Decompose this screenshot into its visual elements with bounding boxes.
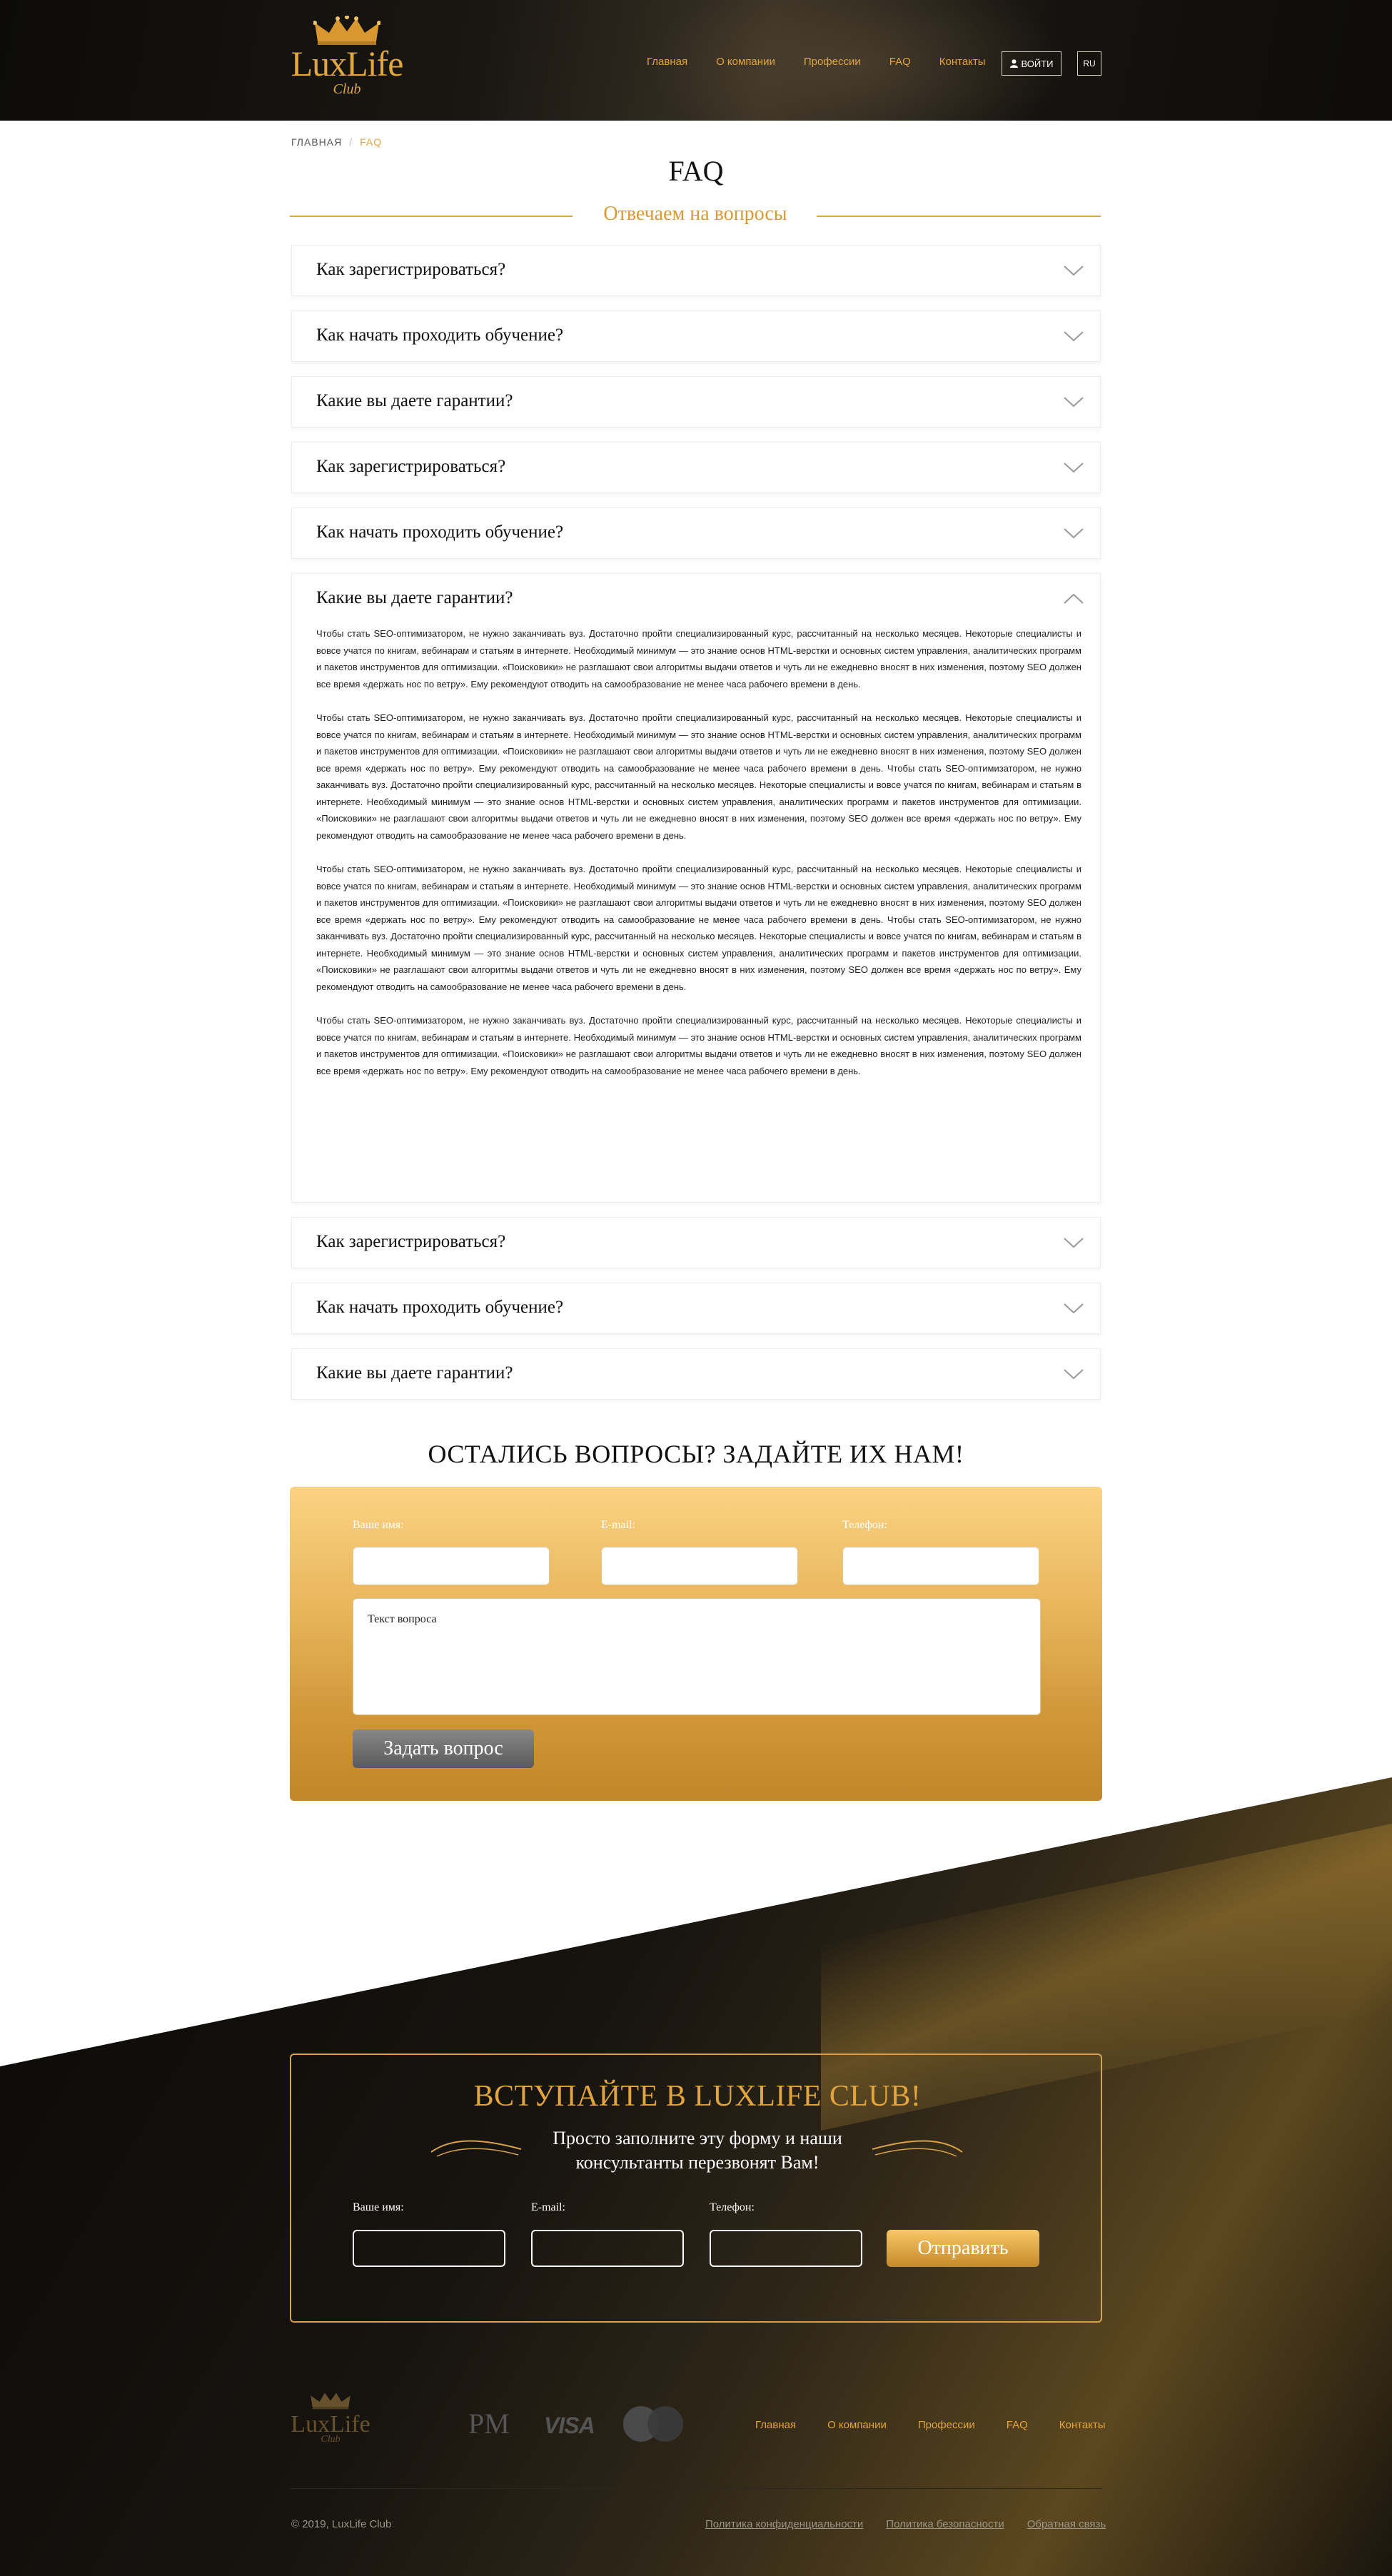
join-phone-input[interactable] [710, 2230, 862, 2267]
security-policy-link[interactable]: Политика безопасности [886, 2518, 1004, 2530]
faq-answer-paragraph: Чтобы стать SEO-оптимизатором, не нужно … [316, 628, 1081, 690]
join-subtitle-line: Просто заполните эту форму и наши [553, 2128, 842, 2148]
chevron-down-icon[interactable] [1063, 527, 1084, 540]
crown-icon [311, 2393, 350, 2410]
faq-answer-paragraph: Чтобы стать SEO-оптимизатором, не нужно … [316, 712, 1081, 841]
subtitle-row: Отвечаем на вопросы [290, 201, 1101, 230]
footer-nav-home[interactable]: Главная [755, 2419, 796, 2431]
faq-item[interactable]: Как зарегистрироваться? [291, 1217, 1101, 1268]
join-email-label: E-mail: [531, 2201, 565, 2213]
join-subtitle-line: консультанты перезвонят Вам! [575, 2152, 819, 2173]
faq-question: Какие вы даете гарантии? [316, 588, 513, 607]
footer-nav-professions[interactable]: Профессии [918, 2419, 975, 2431]
join-subtitle: Просто заполните эту форму и наши консул… [291, 2126, 1104, 2175]
ornament-left-icon [430, 2140, 522, 2157]
nav-professions[interactable]: Профессии [804, 56, 861, 68]
site-logo[interactable]: LuxLife Club [290, 16, 404, 103]
email-input[interactable] [601, 1547, 798, 1585]
faq-question: Как начать проходить обучение? [316, 325, 564, 345]
ask-question-button[interactable]: Задать вопрос [353, 1729, 534, 1768]
faq-item[interactable]: Как зарегистрироваться? [291, 442, 1101, 493]
nav-contacts[interactable]: Контакты [939, 56, 986, 68]
faq-question: Как зарегистрироваться? [316, 1232, 506, 1251]
question-form: Ваше имя: E-mail: Телефон: Текст вопроса… [290, 1487, 1102, 1801]
question-textarea-placeholder: Текст вопроса [368, 1613, 437, 1625]
chevron-down-icon[interactable] [1063, 1236, 1084, 1249]
faq-item[interactable]: Как начать проходить обучение? [291, 1283, 1101, 1334]
faq-item[interactable]: Какие вы даете гарантии? [291, 376, 1101, 428]
faq-item[interactable]: Как зарегистрироваться? [291, 245, 1101, 296]
chevron-down-icon[interactable] [1063, 264, 1084, 277]
faq-item[interactable]: Как начать проходить обучение? [291, 507, 1101, 559]
feedback-link[interactable]: Обратная связь [1027, 2518, 1106, 2530]
nav-about[interactable]: О компании [716, 56, 775, 68]
chevron-up-icon[interactable] [1063, 592, 1084, 605]
chevron-down-icon[interactable] [1063, 1302, 1084, 1315]
chevron-down-icon[interactable] [1063, 330, 1084, 343]
footer-logo[interactable]: LuxLife Club [290, 2391, 371, 2454]
mastercard-icon [623, 2406, 683, 2442]
join-phone-label: Телефон: [710, 2201, 755, 2213]
footer-nav-about[interactable]: О компании [827, 2419, 887, 2431]
page-subtitle: Отвечаем на вопросы [603, 203, 787, 225]
footer-nav-faq[interactable]: FAQ [1007, 2419, 1028, 2431]
logo-text: LuxLife [291, 44, 404, 84]
faq-item-expanded[interactable]: Какие вы даете гарантии? Чтобы стать SEO… [291, 573, 1101, 1203]
chevron-down-icon[interactable] [1063, 1368, 1084, 1380]
faq-question: Какие вы даете гарантии? [316, 1363, 513, 1383]
faq-question: Как зарегистрироваться? [316, 260, 506, 279]
breadcrumb-current: FAQ [360, 136, 383, 148]
page-title: FAQ [668, 155, 724, 187]
faq-answer: Чтобы стать SEO-оптимизатором, не нужно … [316, 625, 1081, 1096]
question-textarea[interactable]: Текст вопроса [353, 1598, 1041, 1715]
faq-list: Как зарегистрироваться? Как начать прохо… [291, 245, 1101, 1414]
copyright: © 2019, LuxLife Club [291, 2518, 392, 2530]
language-switch[interactable]: RU [1077, 51, 1101, 76]
user-icon [1009, 59, 1018, 68]
footer-nav-contacts[interactable]: Контакты [1059, 2419, 1106, 2431]
question-form-title: ОСТАЛИСЬ ВОПРОСЫ? ЗАДАЙТЕ ИХ НАМ! [428, 1440, 964, 1468]
breadcrumb-separator: / [349, 136, 353, 148]
email-label: E-mail: [601, 1519, 635, 1531]
chevron-down-icon[interactable] [1063, 395, 1084, 408]
privacy-policy-link[interactable]: Политика конфиденциальности [705, 2518, 863, 2530]
faq-item[interactable]: Как начать проходить обучение? [291, 310, 1101, 362]
join-name-label: Ваше имя: [353, 2201, 404, 2213]
name-input[interactable] [353, 1547, 550, 1585]
main-nav: Главная О компании Профессии FAQ Контакт… [647, 56, 1014, 68]
join-name-input[interactable] [353, 2230, 505, 2267]
logo-subtext: Club [333, 81, 361, 97]
phone-input[interactable] [842, 1547, 1039, 1585]
faq-question: Как начать проходить обучение? [316, 1298, 564, 1317]
join-title: ВСТУПАЙТЕ В LUXLIFE CLUB! [473, 2080, 922, 2113]
nav-faq[interactable]: FAQ [889, 56, 911, 68]
perfect-money-logo: PM [468, 2408, 510, 2440]
breadcrumb: ГЛАВНАЯ / FAQ [291, 136, 382, 148]
chevron-down-icon[interactable] [1063, 461, 1084, 474]
subtitle-divider-right [817, 216, 1101, 217]
faq-item[interactable]: Какие вы даете гарантии? [291, 1348, 1101, 1400]
phone-label: Телефон: [842, 1519, 887, 1531]
footer-divider [290, 2488, 1102, 2489]
visa-logo: VISA [544, 2413, 595, 2438]
login-label: ВОЙТИ [1021, 58, 1054, 69]
faq-answer-paragraph: Чтобы стать SEO-оптимизатором, не нужно … [316, 1015, 1081, 1076]
footer-logo-subtext: Club [321, 2434, 341, 2445]
faq-question: Какие вы даете гарантии? [316, 391, 513, 410]
faq-question: Как зарегистрироваться? [316, 457, 506, 476]
nav-home[interactable]: Главная [647, 56, 687, 68]
name-label: Ваше имя: [353, 1519, 404, 1531]
join-email-input[interactable] [531, 2230, 684, 2267]
ornament-right-icon [872, 2140, 963, 2157]
footer-legal-links: Политика конфиденциальности Политика без… [705, 2518, 1129, 2530]
site-header: LuxLife Club Главная О компании Професси… [0, 0, 1392, 121]
breadcrumb-home[interactable]: ГЛАВНАЯ [291, 136, 342, 148]
faq-answer-paragraph: Чтобы стать SEO-оптимизатором, не нужно … [316, 864, 1081, 992]
faq-question: Как начать проходить обучение? [316, 522, 564, 542]
footer-nav: Главная О компании Профессии FAQ Контакт… [755, 2419, 1137, 2431]
join-form: ВСТУПАЙТЕ В LUXLIFE CLUB! Просто заполни… [290, 2054, 1102, 2323]
crown-icon [313, 16, 380, 45]
login-button[interactable]: ВОЙТИ [1002, 51, 1061, 76]
send-button[interactable]: Отправить [887, 2230, 1039, 2267]
